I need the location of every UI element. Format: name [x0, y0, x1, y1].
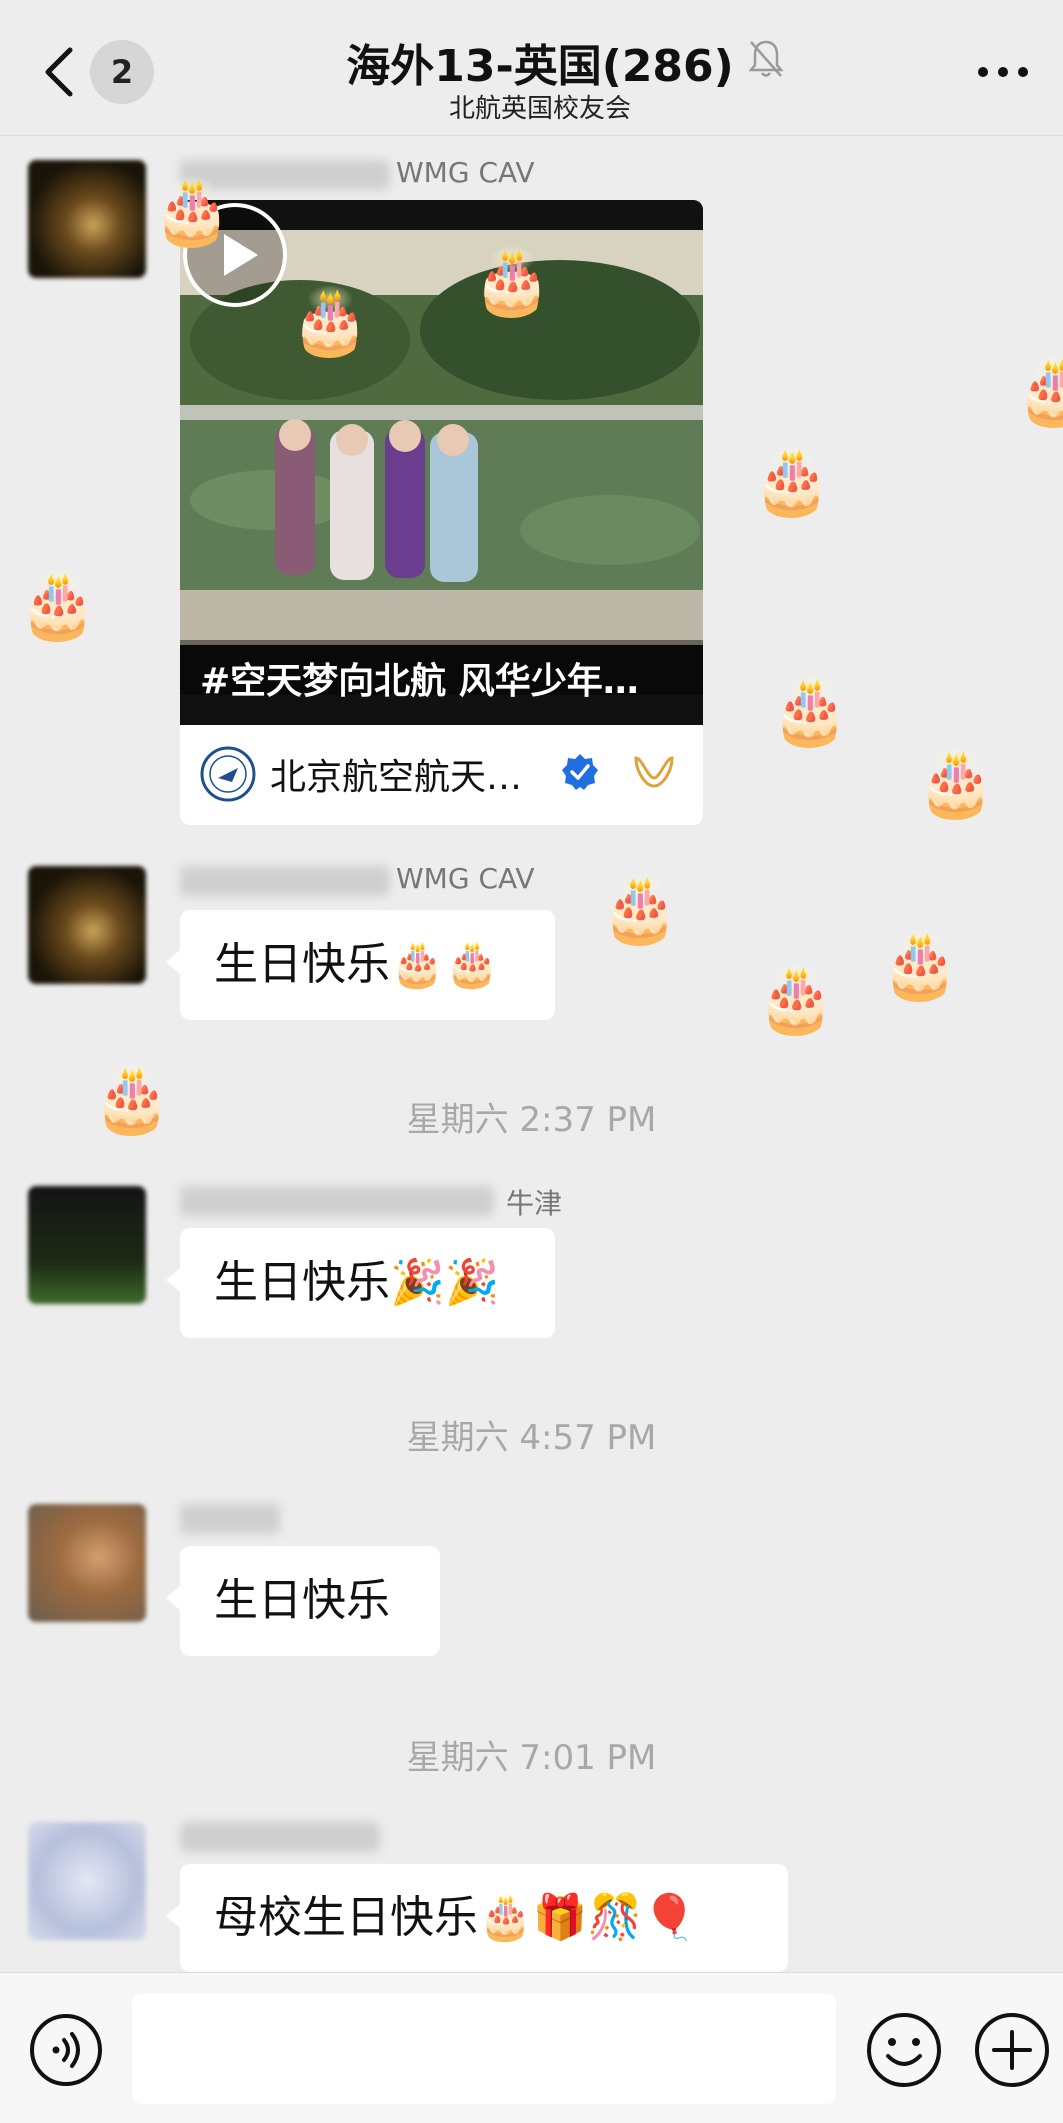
blurred-nickname [180, 1504, 280, 1534]
video-card[interactable]: #空天梦向北航 风华少年… 北京航空航天… [180, 200, 703, 825]
university-logo-icon [200, 746, 256, 802]
voice-input-icon[interactable] [28, 2012, 104, 2088]
cake-emoji-effect: 🎂 [1015, 355, 1063, 429]
chat-title: 海外13-英国(286) [346, 41, 734, 92]
cake-emoji-effect: 🎂 [600, 873, 680, 947]
unread-count-badge[interactable]: 2 [90, 40, 154, 104]
timestamp: 星期六 7:01 PM [406, 1738, 657, 1778]
blurred-nickname [180, 866, 390, 896]
chat-header: 2 海外13-英国(286) 北航英国校友会 [0, 0, 1063, 136]
cake-emoji-effect: 🎂 [152, 175, 232, 249]
cake-emoji-effect: 🎂 [290, 285, 370, 359]
message-input[interactable] [132, 1994, 836, 2104]
video-source-name[interactable]: 北京航空航天… [270, 748, 522, 800]
cake-emoji-effect: 🎂 [752, 445, 832, 519]
video-thumbnail[interactable]: #空天梦向北航 风华少年… [180, 200, 703, 725]
message-bubble[interactable]: 生日快乐 [166, 1546, 440, 1656]
avatar[interactable] [28, 1504, 146, 1622]
verified-badge-icon [562, 754, 598, 790]
cake-emoji-effect: 🎂 [472, 245, 552, 319]
sender-nickname: WMG CAV [396, 156, 535, 189]
timestamp: 星期六 4:57 PM [406, 1418, 657, 1458]
cake-emoji-effect: 🎂 [756, 963, 836, 1037]
blurred-nickname [180, 1186, 494, 1216]
cake-emoji-effect: 🎂 [18, 569, 98, 643]
chat-subtitle: 北航英国校友会 [448, 94, 631, 124]
avatar[interactable] [28, 160, 146, 278]
back-button[interactable] [40, 46, 80, 98]
sender-nickname: WMG CAV [396, 862, 535, 895]
cake-emoji-effect: 🎂 [770, 675, 850, 749]
chevron-left-icon [45, 47, 73, 97]
message-bubble[interactable]: 生日快乐🎂🎂 [166, 910, 555, 1020]
avatar[interactable] [28, 866, 146, 984]
plus-icon[interactable] [972, 2010, 1052, 2090]
video-caption: #空天梦向北航 风华少年… [200, 661, 639, 702]
message-bubble[interactable]: 母校生日快乐🎂🎁🎊🎈 [166, 1864, 788, 1972]
cake-emoji-effect: 🎂 [916, 747, 996, 821]
cake-emoji-effect: 🎂 [92, 1063, 172, 1137]
emoji-icon[interactable] [864, 2010, 944, 2090]
channels-icon [634, 756, 674, 788]
avatar[interactable] [28, 1822, 146, 1940]
sender-nickname: 牛津 [506, 1187, 563, 1220]
blurred-nickname [180, 1822, 380, 1852]
cake-emoji-effect: 🎂 [880, 929, 960, 1003]
bell-muted-icon [748, 40, 784, 77]
avatar[interactable] [28, 1186, 146, 1304]
message-bubble[interactable]: 生日快乐🎉🎉 [166, 1228, 555, 1338]
more-dots-icon[interactable] [975, 52, 1031, 88]
